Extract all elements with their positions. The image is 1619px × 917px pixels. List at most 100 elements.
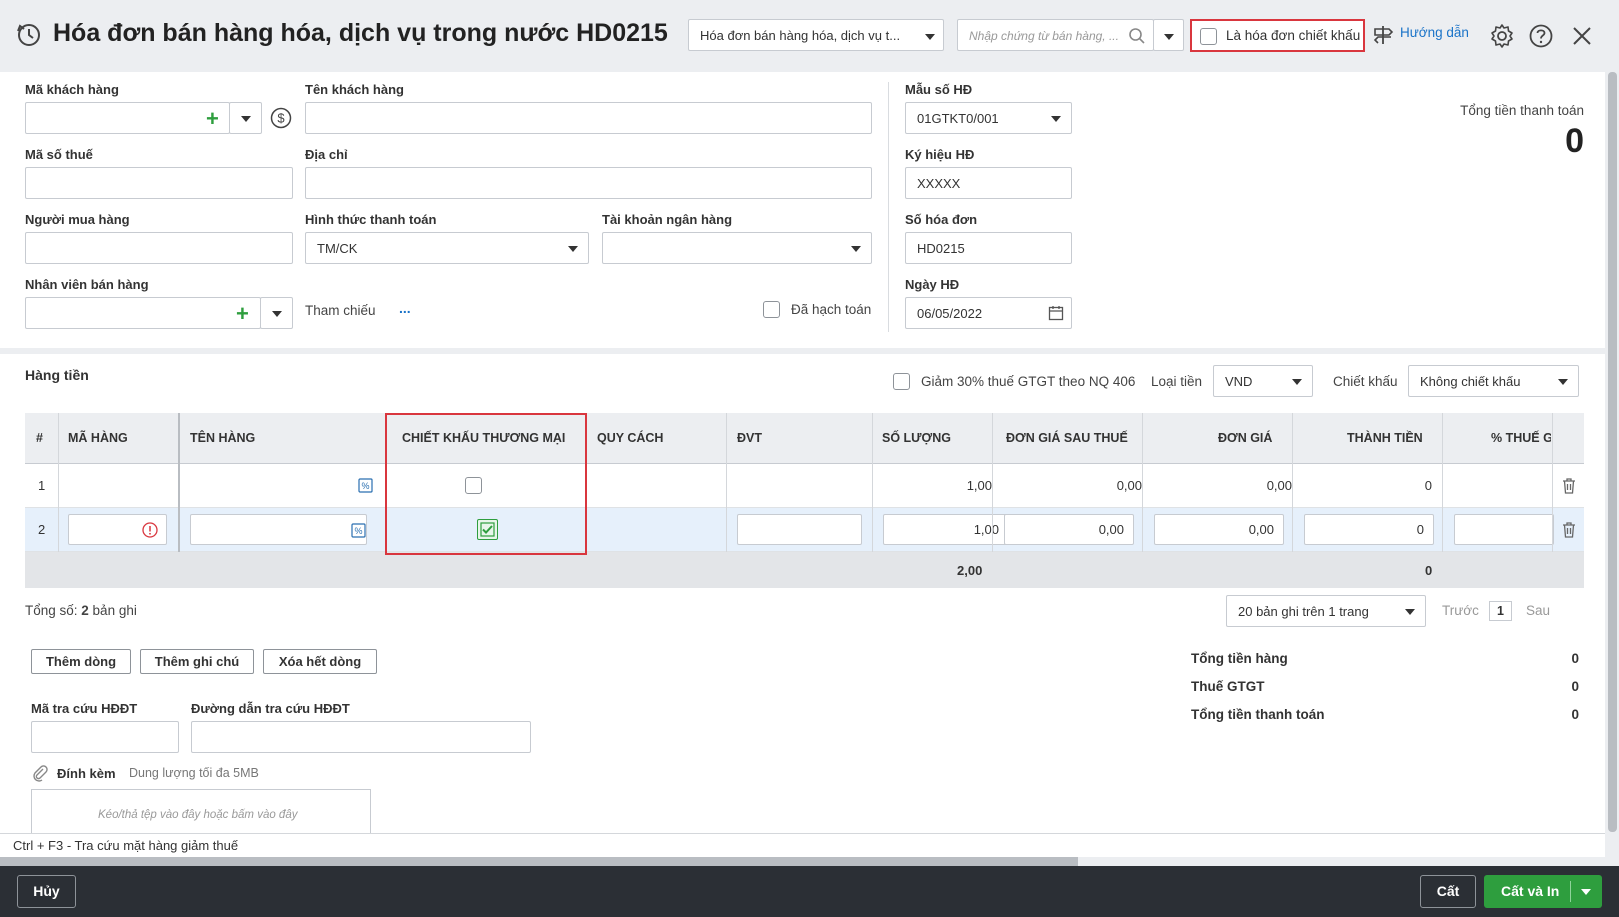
salesperson-label: Nhân viên bán hàng (25, 277, 149, 292)
discount-invoice-toggle[interactable]: Là hóa đơn chiết khấu (1190, 19, 1365, 52)
symbol-input[interactable]: XXXXX (905, 167, 1072, 199)
lookup-url-input[interactable] (191, 721, 531, 753)
qty-input[interactable]: 1,00 (883, 514, 1009, 545)
record-count: Tổng số: 2 bản ghi (25, 603, 137, 618)
add-note-button[interactable]: Thêm ghi chú (140, 649, 254, 674)
vertical-scrollbar[interactable] (1605, 72, 1619, 866)
svg-text:$: $ (277, 111, 285, 126)
delete-row-icon[interactable] (1561, 521, 1577, 538)
price-input[interactable]: 0,00 (1154, 514, 1284, 545)
warning-icon (142, 522, 158, 538)
vat-input[interactable] (1454, 514, 1554, 545)
delete-row-icon[interactable] (1561, 477, 1577, 494)
discount-calc-icon[interactable]: % (351, 523, 366, 538)
posted-checkbox[interactable] (763, 301, 780, 318)
amount-input[interactable]: 0 (1304, 514, 1434, 545)
invoice-type-select[interactable]: Hóa đơn bán hàng hóa, dịch vụ t... (688, 19, 944, 51)
chevron-down-icon (272, 311, 282, 317)
currency-label: Loại tiền (1151, 374, 1203, 389)
chevron-down-icon (851, 246, 861, 252)
search-input[interactable]: Nhập chứng từ bán hàng, ... (957, 19, 1154, 51)
chevron-down-icon (1051, 116, 1061, 122)
col-header-unit: ĐVT (737, 431, 762, 445)
save-print-button[interactable]: Cất và In (1484, 875, 1602, 908)
chevron-down-icon (1405, 609, 1415, 615)
discount-invoice-label: Là hóa đơn chiết khấu (1226, 28, 1361, 43)
next-page[interactable]: Sau (1526, 603, 1550, 618)
table-row[interactable]: 2 % 1,00 0,00 0,00 0 (25, 508, 1584, 552)
customer-name-input[interactable] (305, 102, 872, 134)
price-after-tax-input[interactable]: 0,00 (1004, 514, 1134, 545)
address-input[interactable] (305, 167, 872, 199)
goods-table: # MÃ HÀNG TÊN HÀNG CHIẾT KHẤU THƯƠNG MẠI… (25, 413, 1584, 588)
col-header-price-after-tax: ĐƠN GIÁ SAU THUẾ (1006, 431, 1128, 445)
discount-calc-icon[interactable]: % (358, 478, 373, 493)
discount-select[interactable]: Không chiết khấu (1408, 365, 1579, 397)
customer-code-dropdown[interactable] (229, 102, 262, 134)
currency-select[interactable]: VND (1213, 365, 1313, 397)
tax-code-label: Mã số thuế (25, 147, 93, 162)
add-row-button[interactable]: Thêm dòng (31, 649, 131, 674)
vertical-scrollbar-thumb[interactable] (1608, 72, 1617, 832)
qty-total: 2,00 (957, 563, 983, 578)
unit-input[interactable] (737, 514, 862, 545)
gear-icon[interactable] (1489, 23, 1515, 49)
history-icon[interactable] (16, 22, 42, 48)
calendar-icon[interactable] (1048, 305, 1064, 321)
customer-code-label: Mã khách hàng (25, 82, 119, 97)
search-dropdown-button[interactable] (1153, 19, 1184, 51)
plus-icon[interactable]: + (206, 106, 219, 132)
dollar-icon[interactable]: $ (270, 107, 292, 129)
salesperson-input[interactable]: + (25, 297, 261, 329)
cancel-button[interactable]: Hủy (17, 875, 76, 908)
footer-bar (0, 866, 1619, 917)
vat-total-label: Thuế GTGT (1191, 679, 1265, 694)
chevron-down-icon (568, 246, 578, 252)
payment-method-label: Hình thức thanh toán (305, 212, 437, 227)
svg-text:%: % (354, 526, 362, 536)
reference-link[interactable]: ... (399, 300, 411, 316)
save-button[interactable]: Cất (1420, 875, 1476, 908)
discount-invoice-checkbox[interactable] (1200, 28, 1217, 45)
delete-all-rows-button[interactable]: Xóa hết dòng (263, 649, 377, 674)
plus-icon[interactable]: + (236, 301, 249, 327)
chevron-down-icon (1164, 34, 1174, 40)
table-row[interactable]: 1 % 1,00 0,00 0,00 0 (25, 464, 1584, 508)
amount-total: 0 (1425, 563, 1433, 578)
salesperson-dropdown[interactable] (260, 297, 293, 329)
customer-code-input[interactable]: + (25, 102, 230, 134)
tax-code-input[interactable] (25, 167, 293, 199)
discount-label: Chiết khấu (1333, 374, 1398, 389)
section-separator (0, 348, 1605, 354)
horizontal-scrollbar-thumb[interactable] (0, 857, 1078, 866)
item-code-input[interactable] (68, 514, 167, 545)
page-size-select[interactable]: 20 bản ghi trên 1 trang (1226, 595, 1426, 627)
item-name-input[interactable]: % (190, 514, 367, 545)
date-input[interactable]: 06/05/2022 (905, 297, 1072, 329)
horizontal-scrollbar[interactable] (0, 857, 1605, 866)
chevron-down-icon (925, 34, 935, 40)
buyer-label: Người mua hàng (25, 212, 130, 227)
template-select[interactable]: 01GTKT0/001 (905, 102, 1072, 134)
form-divider (888, 82, 889, 332)
vat-reduction-checkbox[interactable] (893, 373, 910, 390)
help-icon[interactable] (1528, 23, 1554, 49)
col-header-vat: % THUẾ GT (1491, 431, 1551, 445)
file-drop-zone[interactable]: Kéo/thả tệp vào đây hoặc bấm vào đây (31, 789, 371, 834)
col-header-no: # (36, 431, 43, 445)
buyer-input[interactable] (25, 232, 293, 264)
reference-label: Tham chiếu (305, 303, 376, 318)
payment-method-select[interactable]: TM/CK (305, 232, 589, 264)
symbol-label: Ký hiệu HĐ (905, 147, 975, 162)
payment-total-label: Tổng tiền thanh toán (1191, 707, 1325, 722)
col-header-price: ĐƠN GIÁ (1218, 431, 1273, 445)
prev-page[interactable]: Trước (1442, 603, 1479, 618)
close-icon[interactable] (1570, 24, 1594, 48)
page-number[interactable]: 1 (1489, 601, 1512, 621)
template-label: Mẫu số HĐ (905, 82, 973, 97)
bank-account-select[interactable] (602, 232, 872, 264)
invoice-no-input[interactable]: HD0215 (905, 232, 1072, 264)
goods-total-value: 0 (1571, 651, 1579, 666)
lookup-code-input[interactable] (31, 721, 179, 753)
chevron-down-icon[interactable] (1581, 889, 1591, 895)
